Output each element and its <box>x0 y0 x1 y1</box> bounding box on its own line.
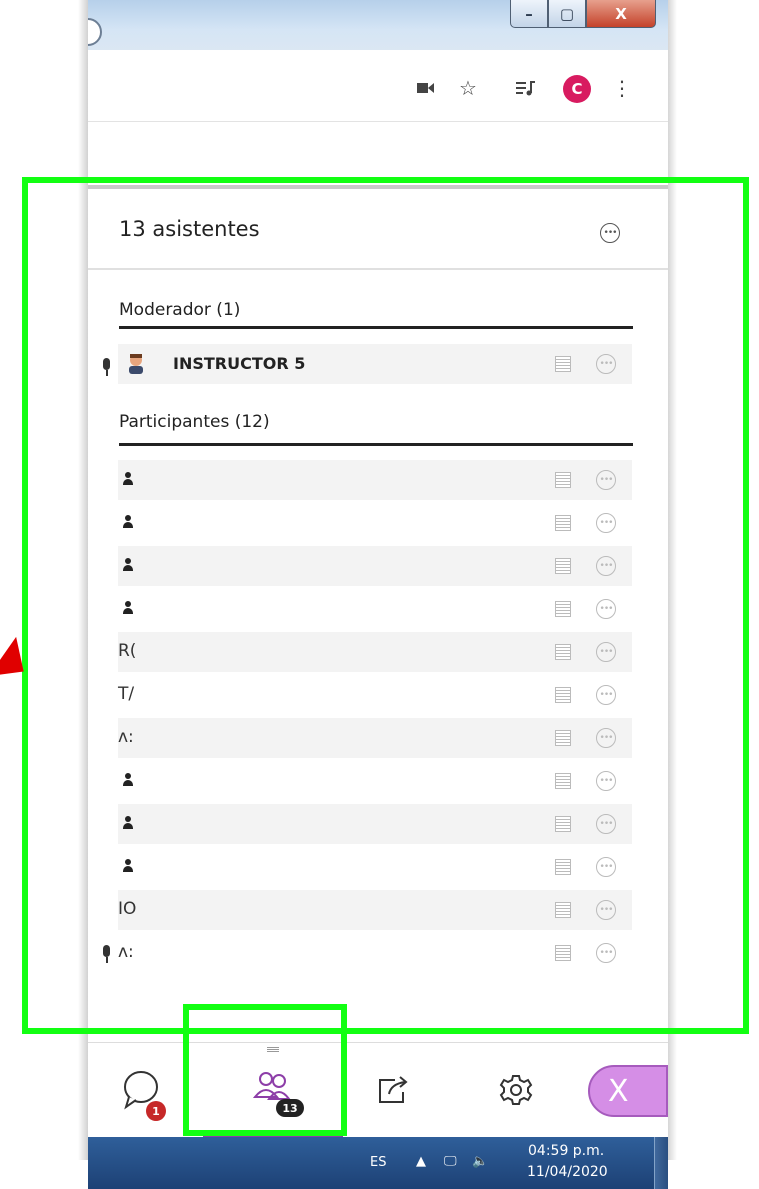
title-bar: – ▢ X <box>88 0 668 50</box>
leave-session-button[interactable]: X <box>588 1065 668 1117</box>
browser-logo-icon <box>88 18 102 46</box>
settings-button[interactable] <box>481 1043 551 1137</box>
minimize-button[interactable]: – <box>510 0 548 28</box>
collaborate-bottom-bar: 1 13 X <box>88 1042 668 1137</box>
language-indicator[interactable]: ES <box>370 1155 386 1170</box>
share-content-button[interactable] <box>358 1043 428 1137</box>
network-icon[interactable]: 🖵 <box>444 1154 457 1169</box>
highlight-box-panel <box>22 177 749 1034</box>
gear-icon <box>499 1075 533 1105</box>
highlight-box-attendees-button <box>183 1004 347 1136</box>
chat-button[interactable]: 1 <box>108 1043 178 1137</box>
video-camera-icon[interactable] <box>414 74 438 102</box>
close-window-button[interactable]: X <box>586 0 656 28</box>
show-desktop-button[interactable] <box>654 1137 668 1189</box>
profile-avatar[interactable]: C <box>563 75 591 103</box>
tray-expand-icon[interactable]: ▲ <box>416 1154 426 1169</box>
share-icon <box>379 1076 408 1103</box>
volume-icon[interactable]: 🔈 <box>472 1154 488 1169</box>
clock-date[interactable]: 11/04/2020 <box>527 1164 608 1180</box>
maximize-button[interactable]: ▢ <box>548 0 586 28</box>
chat-badge: 1 <box>146 1101 166 1121</box>
media-playlist-icon[interactable] <box>512 74 540 102</box>
kebab-menu-icon[interactable]: ⋮ <box>612 74 632 102</box>
star-icon[interactable]: ☆ <box>454 74 482 102</box>
windows-taskbar: ES ▲ 🖵 🔈 04:59 p.m. 11/04/2020 <box>88 1137 668 1189</box>
window-controls: – ▢ X <box>510 0 656 30</box>
clock-time[interactable]: 04:59 p.m. <box>528 1143 604 1159</box>
